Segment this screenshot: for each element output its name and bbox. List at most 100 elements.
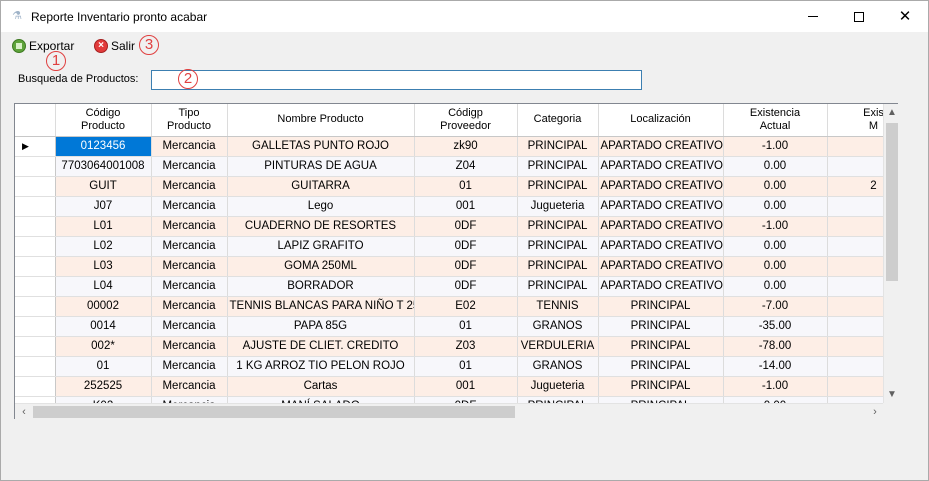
table-cell[interactable]: 0.00 [723,256,828,277]
table-cell[interactable]: Jugueteria [517,376,599,397]
table-cell[interactable]: Mercancia [151,316,228,337]
table-cell[interactable]: Mercancia [151,356,228,377]
table-cell[interactable]: 002* [55,336,152,357]
column-header[interactable]: Códigp Proveedor [414,104,518,137]
table-cell[interactable]: Mercancia [151,276,228,297]
table-cell[interactable]: PRINCIPAL [598,376,724,397]
products-grid[interactable]: Código Producto Tipo Producto Nombre Product… [14,103,898,419]
row-selector[interactable] [15,356,56,377]
table-cell[interactable]: APARTADO CREATIVO [598,216,724,237]
table-cell[interactable]: 0DF [414,216,518,237]
column-header[interactable]: Categoria [517,104,599,137]
table-cell[interactable]: APARTADO CREATIVO [598,236,724,257]
table-row[interactable]: L01 Mercancia CUADERNO DE RESORTES 0DF PRINC… [15,216,897,237]
table-cell[interactable]: PRINCIPAL [598,356,724,377]
table-cell[interactable]: 01 [414,176,518,197]
row-selector[interactable] [15,336,56,357]
table-cell[interactable]: VERDULERIA [517,336,599,357]
horizontal-scrollbar[interactable]: ‹ › [15,403,883,419]
table-cell[interactable]: Mercancia [151,136,228,157]
table-cell[interactable]: Z03 [414,336,518,357]
table-cell[interactable]: GUIT [55,176,152,197]
table-cell[interactable]: APARTADO CREATIVO [598,196,724,217]
horizontal-scroll-thumb[interactable] [33,406,515,418]
table-row[interactable]: L02 Mercancia LAPIZ GRAFITO 0DF PRINCIPAL APA… [15,236,897,257]
column-header[interactable]: Tipo Producto [151,104,228,137]
table-cell[interactable]: Jugueteria [517,196,599,217]
row-selector[interactable]: ▶ [15,136,56,157]
table-cell[interactable]: 0DF [414,256,518,277]
table-row[interactable]: L03 Mercancia GOMA 250ML 0DF PRINCIPAL APARTA… [15,256,897,277]
table-cell[interactable]: 0.00 [723,276,828,297]
table-cell[interactable]: E02 [414,296,518,317]
table-cell[interactable]: -1.00 [723,216,828,237]
table-row[interactable]: 252525 Mercancia Cartas 001 Jugueteria PRINCI… [15,376,897,397]
table-row[interactable]: 7703064001008 Mercancia PINTURAS DE AGUA Z0… [15,156,897,177]
table-cell[interactable]: Z04 [414,156,518,177]
row-selector[interactable] [15,176,56,197]
table-cell[interactable]: TENNIS BLANCAS PARA NIÑO T 25 [227,296,415,317]
table-cell[interactable]: PRINCIPAL [598,296,724,317]
minimize-button[interactable] [790,1,836,32]
scroll-down-arrow-icon[interactable]: ▼ [884,387,900,403]
table-cell[interactable]: PRINCIPAL [517,156,599,177]
table-cell[interactable]: PRINCIPAL [517,236,599,257]
table-cell[interactable]: -14.00 [723,356,828,377]
exit-button[interactable]: × Salir [94,37,135,55]
row-selector[interactable] [15,196,56,217]
table-cell[interactable]: 1 KG ARROZ TIO PELON ROJO [227,356,415,377]
table-row[interactable]: 0014 Mercancia PAPA 85G 01 GRANOS PRINCIPAL -3… [15,316,897,337]
table-cell[interactable]: 0.00 [723,236,828,257]
table-cell[interactable]: 001 [414,196,518,217]
table-cell[interactable]: GOMA 250ML [227,256,415,277]
row-selector[interactable] [15,376,56,397]
table-cell[interactable]: -78.00 [723,336,828,357]
table-cell[interactable]: 0.00 [723,196,828,217]
table-cell[interactable]: 0DF [414,236,518,257]
row-selector[interactable] [15,276,56,297]
table-cell[interactable]: 01 [414,356,518,377]
table-cell[interactable]: APARTADO CREATIVO [598,276,724,297]
table-cell[interactable]: -35.00 [723,316,828,337]
export-button[interactable]: Exportar [12,37,74,55]
table-row[interactable]: 002* Mercancia AJUSTE DE CLIET. CREDITO Z03… [15,336,897,357]
table-cell[interactable]: LAPIZ GRAFITO [227,236,415,257]
scroll-right-arrow-icon[interactable]: › [867,404,883,420]
table-cell[interactable]: TENNIS [517,296,599,317]
table-cell[interactable]: APARTADO CREATIVO [598,136,724,157]
table-cell[interactable]: 001 [414,376,518,397]
table-cell[interactable]: BORRADOR [227,276,415,297]
table-cell[interactable]: Mercancia [151,216,228,237]
table-cell[interactable]: Mercancia [151,176,228,197]
table-cell[interactable]: L01 [55,216,152,237]
table-cell[interactable]: PINTURAS DE AGUA [227,156,415,177]
table-cell[interactable]: 252525 [55,376,152,397]
table-row[interactable]: GUIT Mercancia GUITARRA 01 PRINCIPAL APARTADO… [15,176,897,197]
table-cell[interactable]: PRINCIPAL [517,176,599,197]
table-cell[interactable]: 00002 [55,296,152,317]
table-cell[interactable]: GALLETAS PUNTO ROJO [227,136,415,157]
table-cell[interactable]: PRINCIPAL [517,216,599,237]
table-cell[interactable]: 01 [414,316,518,337]
table-cell[interactable]: L04 [55,276,152,297]
column-header[interactable]: Existencia Actual [723,104,828,137]
table-cell[interactable]: Mercancia [151,196,228,217]
scroll-left-arrow-icon[interactable]: ‹ [16,404,32,420]
column-header[interactable]: Localización [598,104,724,137]
table-cell[interactable]: Lego [227,196,415,217]
table-cell[interactable]: CUADERNO DE RESORTES [227,216,415,237]
close-button[interactable]: ✕ [882,1,928,32]
table-cell[interactable]: L03 [55,256,152,277]
search-input[interactable] [151,70,642,90]
table-cell[interactable]: PRINCIPAL [598,316,724,337]
row-selector[interactable] [15,256,56,277]
vertical-scrollbar[interactable]: ▲ ▼ [883,104,899,404]
table-row[interactable]: 01 Mercancia 1 KG ARROZ TIO PELON ROJO 01 GR… [15,356,897,377]
table-cell[interactable]: Mercancia [151,156,228,177]
row-selector[interactable] [15,156,56,177]
table-cell[interactable]: 0.00 [723,176,828,197]
table-cell[interactable]: zk90 [414,136,518,157]
table-cell[interactable]: Cartas [227,376,415,397]
table-row[interactable]: L04 Mercancia BORRADOR 0DF PRINCIPAL APARTADO… [15,276,897,297]
table-cell[interactable]: Mercancia [151,376,228,397]
